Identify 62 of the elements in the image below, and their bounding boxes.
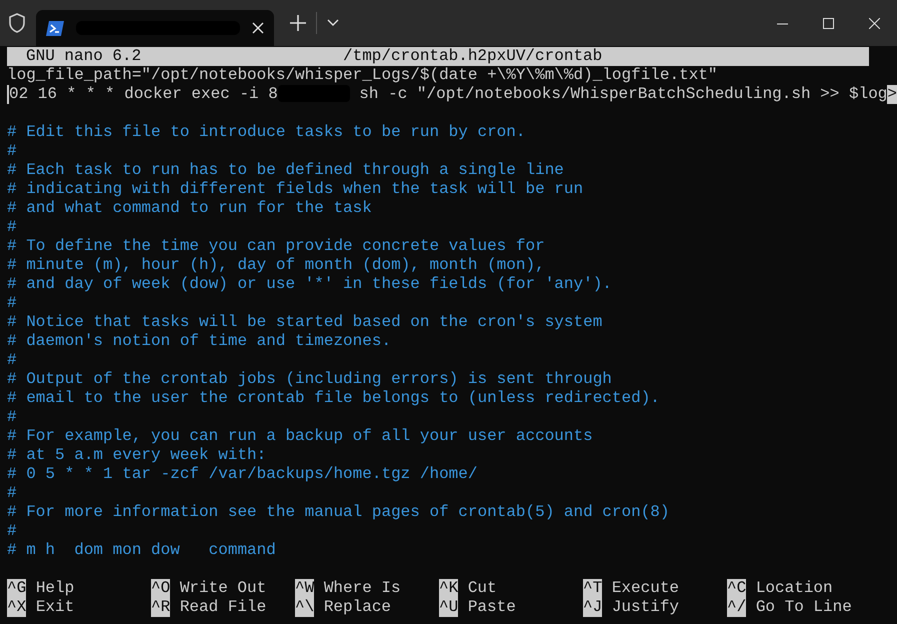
file-path: /tmp/crontab.h2pxUV/crontab xyxy=(343,47,602,66)
add-icon[interactable] xyxy=(290,15,306,31)
comment-line: # and day of week (dow) or use '*' in these fields (for 'any'). xyxy=(7,275,612,294)
comment-line: # xyxy=(7,522,17,541)
shortcut-key[interactable]: ^R xyxy=(151,598,170,617)
code-line: log_file_path="/opt/notebooks/whisper_Logs/$(date +\%Y\%m\%d)_logfile.txt" xyxy=(7,66,718,85)
powershell-icon xyxy=(46,20,64,36)
shortcut-label: Paste xyxy=(466,598,516,617)
shortcut-key[interactable]: ^\ xyxy=(295,598,314,617)
comment-line: # xyxy=(7,351,17,370)
editor-version: GNU nano 6.2 xyxy=(25,47,142,66)
shortcut-label: Exit xyxy=(34,598,74,617)
comment-line: # 0 5 * * 1 tar -zcf /var/backups/home.tgz /home/ xyxy=(7,465,478,484)
comment-line: # Notice that tasks will be started based on the cron's system xyxy=(7,313,602,332)
shortcut-key[interactable]: ^U xyxy=(439,598,458,617)
comment-line: # For example, you can run a backup of all your user accounts xyxy=(7,427,593,446)
comment-line: # Each task to run has to be defined through a single line xyxy=(7,161,564,180)
shortcut-label: Location xyxy=(754,579,833,598)
shortcut-key[interactable]: ^X xyxy=(7,598,26,617)
shortcut-label: Execute xyxy=(610,579,680,598)
shortcut-key[interactable]: ^G xyxy=(7,579,26,598)
shortcut-label: Go To Line xyxy=(754,598,852,617)
comment-line: # xyxy=(7,218,17,237)
comment-line: # at 5 a.m every week with: xyxy=(7,446,266,465)
shortcut-label: Cut xyxy=(466,579,497,598)
dropdown-icon[interactable] xyxy=(327,19,339,27)
comment-line: # and what command to run for the task xyxy=(7,199,372,218)
shortcut-key[interactable]: ^T xyxy=(583,579,602,598)
comment-line: # xyxy=(7,142,17,161)
close-icon[interactable] xyxy=(252,22,264,34)
shortcut-key[interactable]: ^K xyxy=(439,579,458,598)
comment-line: # daemon's notion of time and timezones. xyxy=(7,332,392,351)
code-line: 02 16 * * * docker exec -i 8 xyxy=(9,85,278,104)
terminal-tab[interactable] xyxy=(36,10,274,46)
shortcut-label: Where Is xyxy=(322,579,401,598)
maximize-icon[interactable] xyxy=(822,18,834,28)
comment-line: # minute (m), hour (h), day of month (dom), month (mon), xyxy=(7,256,545,275)
shield-icon[interactable] xyxy=(8,13,26,33)
comment-line: # Output of the crontab jobs (including errors) is sent through xyxy=(7,370,612,389)
shortcut-key[interactable]: ^J xyxy=(583,598,602,617)
text-cursor xyxy=(7,85,9,104)
code-line: sh -c "/opt/notebooks/WhisperBatchScheduling.sh >> $log xyxy=(358,85,888,104)
shortcut-label: Read File xyxy=(178,598,266,617)
comment-line: # xyxy=(7,294,17,313)
comment-line: # To define the time you can provide concrete values for xyxy=(7,237,545,256)
close-icon[interactable] xyxy=(868,18,880,28)
comment-line: # Edit this file to introduce tasks to be run by cron. xyxy=(7,123,526,142)
comment-line: # indicating with different fields when the task will be run xyxy=(7,180,584,199)
comment-line: # For more information see the manual pages of crontab(5) and cron(8) xyxy=(7,503,670,522)
shortcut-label: Justify xyxy=(610,598,680,617)
shortcut-key[interactable]: ^O xyxy=(151,579,170,598)
shortcut-key[interactable]: ^W xyxy=(295,579,314,598)
comment-line: # m h dom mon dow command xyxy=(7,541,276,560)
shortcut-key[interactable]: ^C xyxy=(727,579,746,598)
overflow-marker: > xyxy=(887,85,897,104)
comment-line: # xyxy=(7,484,17,503)
shortcut-label: Help xyxy=(34,579,74,598)
comment-line: # xyxy=(7,408,17,427)
shortcut-label: Write Out xyxy=(178,579,266,598)
shortcut-label: Replace xyxy=(322,598,392,617)
shortcut-key[interactable]: ^/ xyxy=(727,598,746,617)
comment-line: # email to the user the crontab file belongs to (unless redirected). xyxy=(7,389,660,408)
